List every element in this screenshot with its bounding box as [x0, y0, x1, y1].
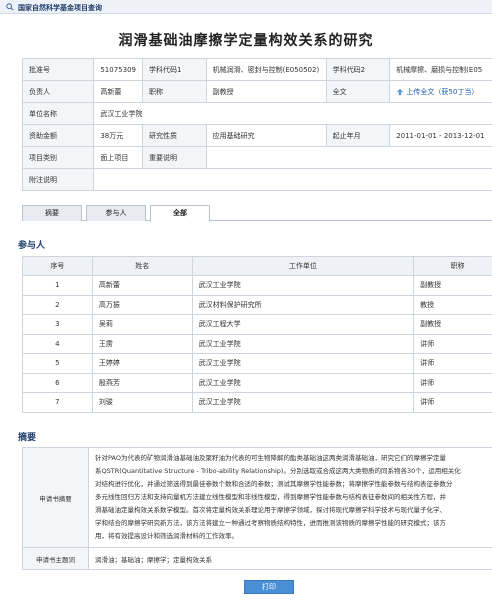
period-label: 起止年月: [325, 124, 391, 147]
participant-unit: 武汉材料保护研究所: [191, 294, 415, 315]
participant-unit: 武汉工业学院: [191, 372, 415, 393]
participant-name: 吴莉: [91, 314, 193, 335]
note-label: 附注说明: [21, 168, 95, 191]
table-row: 1 高新蕾 武汉工业学院 副教授: [22, 275, 492, 296]
project-info-table: 批准号 51075309 学科代码1 机械润滑、密封与控制(E050502) 学…: [21, 58, 492, 191]
abstract-heading: 摘要: [18, 433, 37, 443]
row-number: 4: [22, 333, 93, 354]
participant-title: 教授: [413, 294, 492, 315]
unit-value: 武汉工业学院: [93, 102, 492, 125]
abstract-table: 申请书摘要 针对PAO为代表的矿物润滑油基础油及聚籽油为代表的可生物降解的酯类基…: [22, 447, 492, 570]
participant-name: 王雳: [91, 333, 193, 354]
nature-label: 研究性质: [141, 124, 207, 147]
subject-code1-value: 机械润滑、密封与控制(E050502): [205, 58, 327, 81]
column-header-name: 姓名: [91, 256, 193, 276]
title-label: 职称: [141, 80, 207, 103]
category-value: 面上项目: [93, 146, 143, 169]
subject-code2-label: 学科代码2: [325, 58, 391, 81]
category-label: 项目类别: [21, 146, 95, 169]
column-header-no: 序号: [22, 256, 93, 276]
table-row: 7 刘骏 武汉工业学院 讲师: [22, 392, 492, 413]
participant-title: 副教授: [413, 314, 492, 335]
participant-name: 王婷婷: [91, 353, 193, 374]
subject-code2-value: 机械摩擦、磨损与控制(E05: [389, 58, 492, 81]
table-row: 6 殷燕芳 武汉工业学院 讲师: [22, 372, 492, 393]
participant-title: 讲师: [413, 372, 492, 393]
upload-fulltext-link[interactable]: 上传全文（获50丁当）: [406, 88, 478, 96]
summary-line: 多元线性回归方法和支持向量机方法建立线性模型和非线性模型，得到摩擦学性能参数与结…: [95, 493, 446, 501]
column-header-unit: 工作单位: [191, 256, 415, 276]
summary-text: 针对PAO为代表的矿物润滑油基础油及聚籽油为代表的可生物降解的酯类基础油这两类润…: [88, 447, 492, 548]
header-title: 国家自然科学基金项目查询: [18, 4, 102, 12]
nature-value: 应用基础研究: [205, 124, 327, 147]
tab-abstract[interactable]: 摘要: [22, 205, 82, 221]
funding-value: 38万元: [93, 124, 143, 147]
fulltext-cell: 上传全文（获50丁当）: [389, 80, 492, 103]
funding-label: 资助金额: [21, 124, 95, 147]
table-row: 3 吴莉 武汉工程大学 副教授: [22, 314, 492, 335]
participant-unit: 武汉工业学院: [191, 275, 415, 296]
row-number: 3: [22, 314, 93, 335]
column-header-title: 职称: [413, 256, 492, 276]
approval-no-label: 批准号: [21, 58, 95, 81]
page-title: 润滑基础油摩擦学定量构效关系的研究: [118, 33, 374, 49]
participant-unit: 武汉工业学院: [191, 353, 415, 374]
table-row: 4 王雳 武汉工业学院 讲师: [22, 333, 492, 354]
summary-line: 滑基础油定量构效关系数学模型。首次将定量构效关系理论用于摩擦学领域，探讨将现代摩…: [95, 506, 446, 514]
upload-icon: [396, 88, 404, 95]
print-button[interactable]: 打印: [244, 580, 294, 594]
participant-name: 高新蕾: [91, 275, 193, 296]
participant-unit: 武汉工业学院: [191, 333, 415, 354]
keywords-value: 润滑油；基础油；摩擦学；定量构效关系: [88, 547, 492, 570]
participant-title: 讲师: [413, 392, 492, 413]
summary-line: 用，将有效提高设计和筛选润滑材料的工作效率。: [95, 532, 238, 540]
search-icon: [6, 3, 14, 11]
tab-participants[interactable]: 参与人: [86, 205, 146, 221]
summary-line: 学和结合的摩擦学研究新方法，该方法将建立一种通过考察物质结构特性，进而推测该物质…: [95, 519, 446, 527]
period-value: 2011-01-01 - 2013-12-01: [389, 124, 492, 147]
row-number: 7: [22, 392, 93, 413]
participant-title: 讲师: [413, 353, 492, 374]
participant-name: 刘骏: [91, 392, 193, 413]
key-desc-label: 重要说明: [141, 146, 207, 169]
approval-no-value: 51075309: [93, 58, 143, 81]
participant-name: 高万振: [91, 294, 193, 315]
participant-title: 副教授: [413, 275, 492, 296]
row-number: 1: [22, 275, 93, 296]
table-row: 5 王婷婷 武汉工业学院 讲师: [22, 353, 492, 374]
fulltext-label: 全文: [325, 80, 391, 103]
participant-unit: 武汉工程大学: [191, 314, 415, 335]
row-number: 2: [22, 294, 93, 315]
participants-table: 序号 姓名 工作单位 职称 1 高新蕾 武汉工业学院 副教授 2 高万振 武汉材料保护研究所…: [22, 256, 492, 413]
tab-all[interactable]: 全部: [150, 205, 210, 222]
unit-label: 单位名称: [21, 102, 95, 125]
tab-bar: 摘要 参与人 全部: [22, 205, 492, 222]
summary-label: 申请书摘要: [22, 447, 89, 548]
note-value: [93, 168, 492, 191]
summary-line: 对结构进行优化，并通过筛选得到最佳参数个数和合适的参数；测试其摩擦学性能参数；将…: [95, 480, 453, 488]
leader-value: 高新蕾: [93, 80, 143, 103]
leader-label: 负责人: [21, 80, 95, 103]
subject-code1-label: 学科代码1: [141, 58, 207, 81]
summary-line: 系QSTR(Quantitative Structure - Tribo-abi…: [95, 467, 461, 475]
title-value: 副教授: [205, 80, 327, 103]
key-desc-value: [205, 146, 492, 169]
keywords-label: 申请书主题词: [22, 547, 89, 570]
table-row: 2 高万振 武汉材料保护研究所 教授: [22, 294, 492, 315]
header-bar: 国家自然科学基金项目查询: [0, 0, 492, 14]
participant-name: 殷燕芳: [91, 372, 193, 393]
row-number: 6: [22, 372, 93, 393]
participant-title: 讲师: [413, 333, 492, 354]
participant-unit: 武汉工业学院: [191, 392, 415, 413]
summary-line: 针对PAO为代表的矿物润滑油基础油及聚籽油为代表的可生物降解的酯类基础油这两类润…: [95, 454, 446, 462]
participants-heading: 参与人: [18, 241, 46, 251]
row-number: 5: [22, 353, 93, 374]
